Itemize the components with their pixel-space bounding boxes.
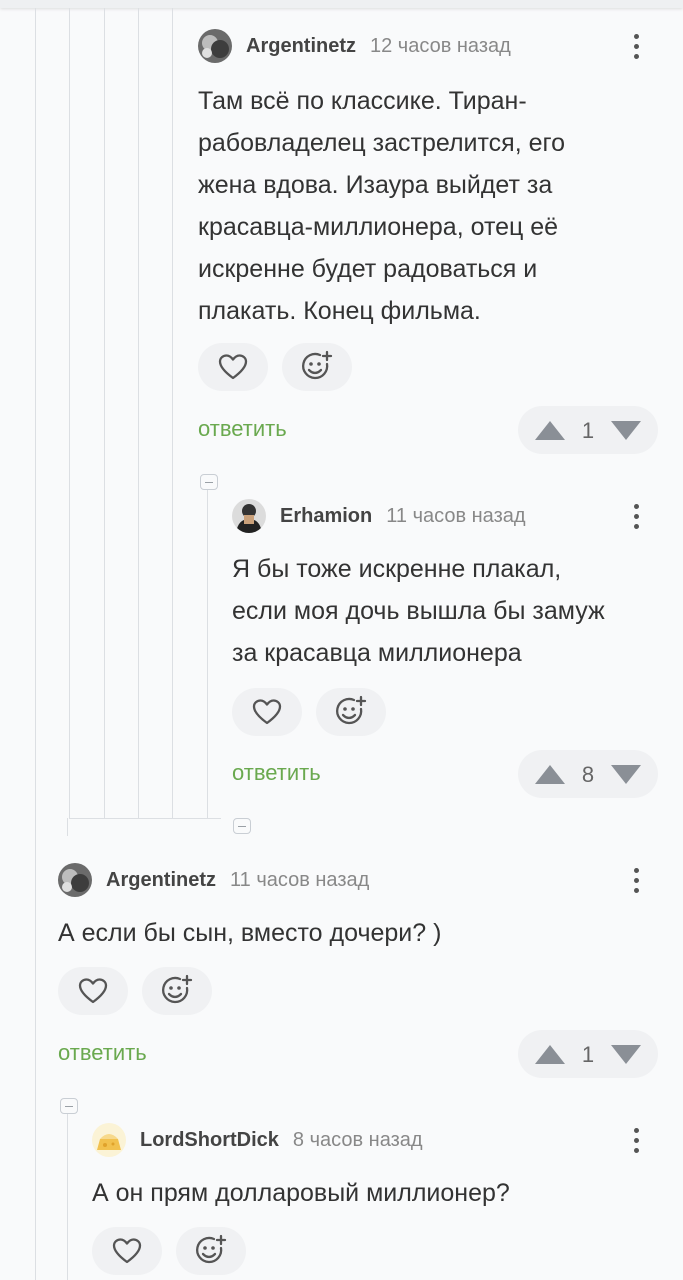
timestamp[interactable]: 11 часов назад — [386, 505, 525, 528]
downvote-icon[interactable] — [611, 421, 641, 440]
comment: Argentinetz 12 часов назад Там всё по кл… — [198, 28, 658, 458]
thread-branch — [69, 818, 221, 819]
heart-icon — [112, 1238, 142, 1264]
author-name[interactable]: Erhamion — [280, 505, 372, 528]
comment-line: за красавца миллионера — [232, 639, 522, 667]
thread-line — [69, 8, 70, 818]
collapse-button[interactable] — [233, 818, 251, 834]
thread-line — [207, 490, 208, 818]
comment-text: А если бы сын, вместо дочери? ) — [58, 912, 441, 954]
comment-line: искренне будет радоваться и — [198, 255, 538, 283]
avatar[interactable] — [232, 499, 266, 533]
comment-line: Там всё по классике. Тиран- — [198, 87, 527, 115]
more-vertical-icon[interactable] — [631, 1126, 641, 1156]
more-vertical-icon[interactable] — [631, 502, 641, 532]
rating-control: 1 — [518, 406, 658, 454]
comment-line: плакать. Конец фильма. — [198, 297, 481, 325]
thread-line — [67, 1114, 68, 1280]
comment-line: А он прям долларовый миллионер? — [92, 1179, 510, 1207]
comment-line: Я бы тоже искренне плакал, — [232, 555, 562, 583]
like-button[interactable] — [198, 343, 268, 391]
top-bar — [0, 0, 683, 8]
reply-link[interactable]: ответить — [58, 1040, 147, 1066]
comment-header: Argentinetz 11 часов назад — [58, 862, 369, 898]
comment: Erhamion 11 часов назад Я бы тоже искрен… — [232, 498, 658, 803]
avatar[interactable] — [92, 1123, 126, 1157]
downvote-icon[interactable] — [611, 765, 641, 784]
rating-control: 1 — [518, 1030, 658, 1078]
react-button[interactable] — [176, 1227, 246, 1275]
downvote-icon[interactable] — [611, 1045, 641, 1064]
comment-line: А если бы сын, вместо дочери? ) — [58, 919, 442, 947]
comment-header: Erhamion 11 часов назад — [232, 498, 526, 534]
comment-text: Там всё по классике. Тиран- рабовладелец… — [198, 80, 565, 332]
smiley-add-icon — [196, 1234, 227, 1264]
comment-header: Argentinetz 12 часов назад — [198, 28, 511, 64]
avatar[interactable] — [198, 29, 232, 63]
react-button[interactable] — [282, 343, 352, 391]
comment-text: Я бы тоже искренне плакал, если моя дочь… — [232, 548, 605, 674]
author-name[interactable]: Argentinetz — [106, 869, 216, 892]
smiley-add-icon — [302, 350, 333, 380]
thread-line — [104, 8, 105, 818]
author-name[interactable]: Argentinetz — [246, 35, 356, 58]
heart-icon — [218, 354, 248, 380]
reply-link[interactable]: ответить — [198, 416, 287, 442]
comment-text: А он прям долларовый миллионер? — [92, 1172, 510, 1214]
collapse-button[interactable] — [60, 1098, 78, 1114]
smiley-add-icon — [162, 974, 193, 1004]
comment-line: жена вдова. Изаура выйдет за — [198, 171, 553, 199]
comment: LordShortDick 8 часов назад А он прям до… — [92, 1122, 658, 1280]
comment-line: если моя дочь вышла бы замуж — [232, 597, 605, 625]
thread-line — [138, 8, 139, 818]
comment-line: красавца-миллионера, отец её — [198, 213, 559, 241]
author-name[interactable]: LordShortDick — [140, 1129, 279, 1152]
comment-line: рабовладелец застрелится, его — [198, 129, 565, 157]
smiley-add-icon — [336, 695, 367, 725]
react-button[interactable] — [316, 688, 386, 736]
timestamp[interactable]: 8 часов назад — [293, 1129, 423, 1152]
thread-line — [35, 8, 36, 1280]
like-button[interactable] — [232, 688, 302, 736]
comment: Argentinetz 11 часов назад А если бы сын… — [58, 862, 658, 1082]
like-button[interactable] — [58, 967, 128, 1015]
like-button[interactable] — [92, 1227, 162, 1275]
more-vertical-icon[interactable] — [631, 32, 641, 62]
heart-icon — [252, 699, 282, 725]
avatar[interactable] — [58, 863, 92, 897]
more-vertical-icon[interactable] — [631, 866, 641, 896]
comment-header: LordShortDick 8 часов назад — [92, 1122, 423, 1158]
timestamp[interactable]: 12 часов назад — [370, 35, 511, 58]
heart-icon — [78, 978, 108, 1004]
reply-link[interactable]: ответить — [232, 760, 321, 786]
rating-control: 8 — [518, 750, 658, 798]
thread-line — [67, 818, 68, 836]
thread-line — [172, 8, 173, 818]
react-button[interactable] — [142, 967, 212, 1015]
collapse-button[interactable] — [200, 474, 218, 490]
timestamp[interactable]: 11 часов назад — [230, 869, 369, 892]
